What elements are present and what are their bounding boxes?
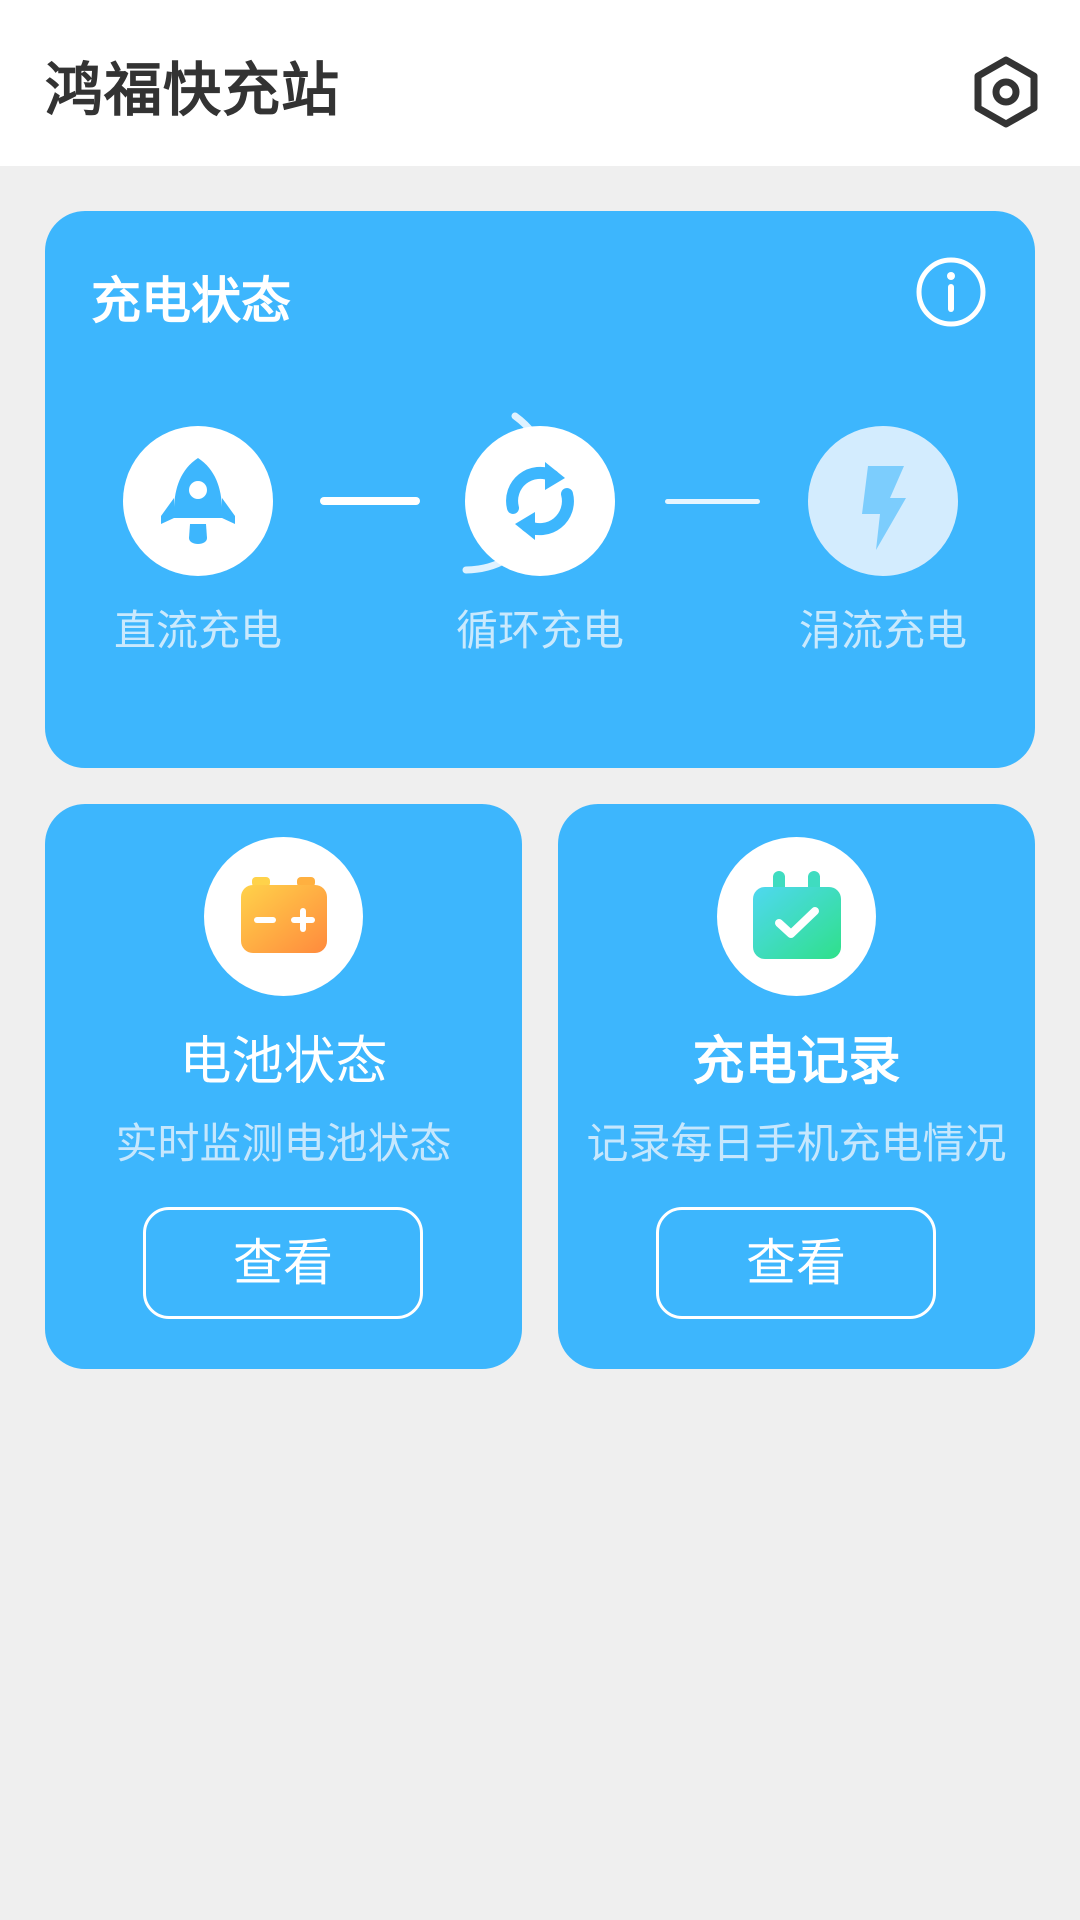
record-icon-badge: [717, 837, 876, 996]
battery-status-desc: 实时监测电池状态: [115, 1119, 452, 1168]
record-view-button[interactable]: 查看: [656, 1207, 936, 1319]
stage-label-dc: 直流充电: [113, 606, 282, 655]
battery-icon-badge: [204, 837, 363, 996]
app-title: 鸿福快充站: [45, 56, 341, 124]
charging-status-heading: 充电状态: [91, 272, 291, 330]
battery-status-title: 电池状态: [179, 1032, 388, 1092]
stage-connector: [320, 497, 420, 505]
settings-hexagon-icon: [974, 56, 1038, 128]
charge-record-desc: 记录每日手机充电情况: [586, 1119, 1007, 1168]
stage-label-trickle: 涓流充电: [798, 606, 967, 655]
sync-icon: [506, 462, 574, 540]
rocket-icon: [161, 458, 235, 544]
info-button[interactable]: [915, 256, 987, 328]
charge-record-card: 充电记录 记录每日手机充电情况 查看: [558, 804, 1035, 1369]
stage-label-cycle: 循环充电: [455, 606, 624, 655]
app-root: 鸿福快充站 充电状态 直流充电 循环充电 涓流充电 电池状态 实时监测电池状态 …: [0, 0, 1080, 1920]
stage-cycle-charge: [465, 426, 615, 576]
stage-dc-charge: [123, 426, 273, 576]
battery-status-card: 电池状态 实时监测电池状态 查看: [45, 804, 522, 1369]
stage-trickle-charge: [808, 426, 958, 576]
settings-button[interactable]: [970, 55, 1042, 129]
lightning-icon: [862, 466, 906, 550]
app-header: 鸿福快充站: [0, 0, 1080, 166]
info-icon: [916, 257, 986, 327]
charge-record-title: 充电记录: [692, 1032, 901, 1092]
battery-view-button[interactable]: 查看: [143, 1207, 423, 1319]
battery-icon: [241, 877, 327, 953]
stage-connector: [665, 499, 760, 504]
calendar-check-icon: [753, 871, 841, 959]
charging-status-card: 充电状态 直流充电 循环充电 涓流充电: [45, 211, 1035, 768]
